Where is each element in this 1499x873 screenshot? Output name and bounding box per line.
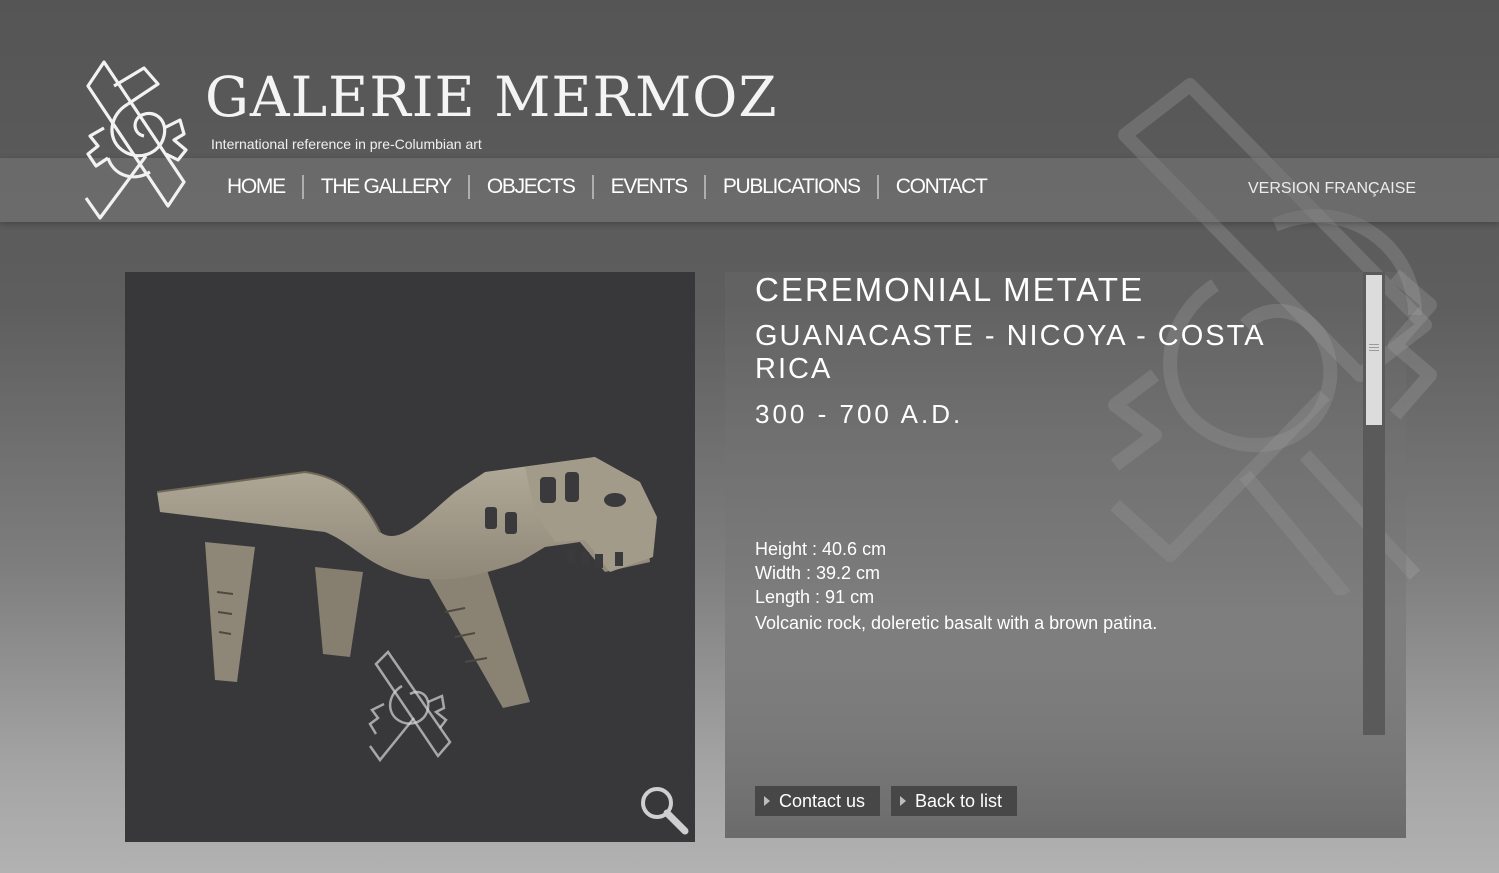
metate-image <box>156 457 657 763</box>
back-to-list-button[interactable]: Back to list <box>891 786 1017 816</box>
brand-tagline: International reference in pre-Columbian… <box>211 136 482 152</box>
object-photo[interactable] <box>125 272 695 842</box>
magnifier-icon[interactable] <box>637 783 691 837</box>
nav-item-contact[interactable]: CONTACT <box>879 175 1004 199</box>
spec-length: Length : 91 cm <box>755 587 875 607</box>
contact-us-button[interactable]: Contact us <box>755 786 880 816</box>
object-date: 300 - 700 A.D. <box>755 399 964 429</box>
object-specifications: Height : 40.6 cm Width : 39.2 cm Length … <box>755 537 1157 635</box>
interlaced-glyph-icon[interactable] <box>84 58 188 222</box>
contact-us-label: Contact us <box>779 791 866 811</box>
back-to-list-label: Back to list <box>915 791 1003 811</box>
spec-material: Volcanic rock, doleretic basalt with a b… <box>755 613 1158 633</box>
spec-height: Height : 40.6 cm <box>755 539 887 559</box>
spec-width: Width : 39.2 cm <box>755 563 881 583</box>
main-navigation: HOME THE GALLERY OBJECTS EVENTS PUBLICAT… <box>210 172 1004 202</box>
triangle-right-icon <box>900 796 906 806</box>
scrollbar-grip-icon <box>1369 344 1379 354</box>
nav-item-the-gallery[interactable]: THE GALLERY <box>304 175 468 199</box>
nav-item-home[interactable]: HOME <box>210 175 302 199</box>
nav-item-events[interactable]: EVENTS <box>594 175 704 199</box>
brand-name[interactable]: GALERIE MERMOZ <box>205 70 778 125</box>
triangle-right-icon <box>764 796 770 806</box>
object-origin: GUANACASTE - NICOYA - COSTA RICA <box>755 320 1264 385</box>
language-switch-link[interactable]: VERSION FRANÇAISE <box>1248 180 1416 198</box>
nav-item-publications[interactable]: PUBLICATIONS <box>706 175 877 199</box>
object-title: CEREMONIAL METATE <box>755 271 1145 308</box>
nav-item-objects[interactable]: OBJECTS <box>470 175 592 199</box>
